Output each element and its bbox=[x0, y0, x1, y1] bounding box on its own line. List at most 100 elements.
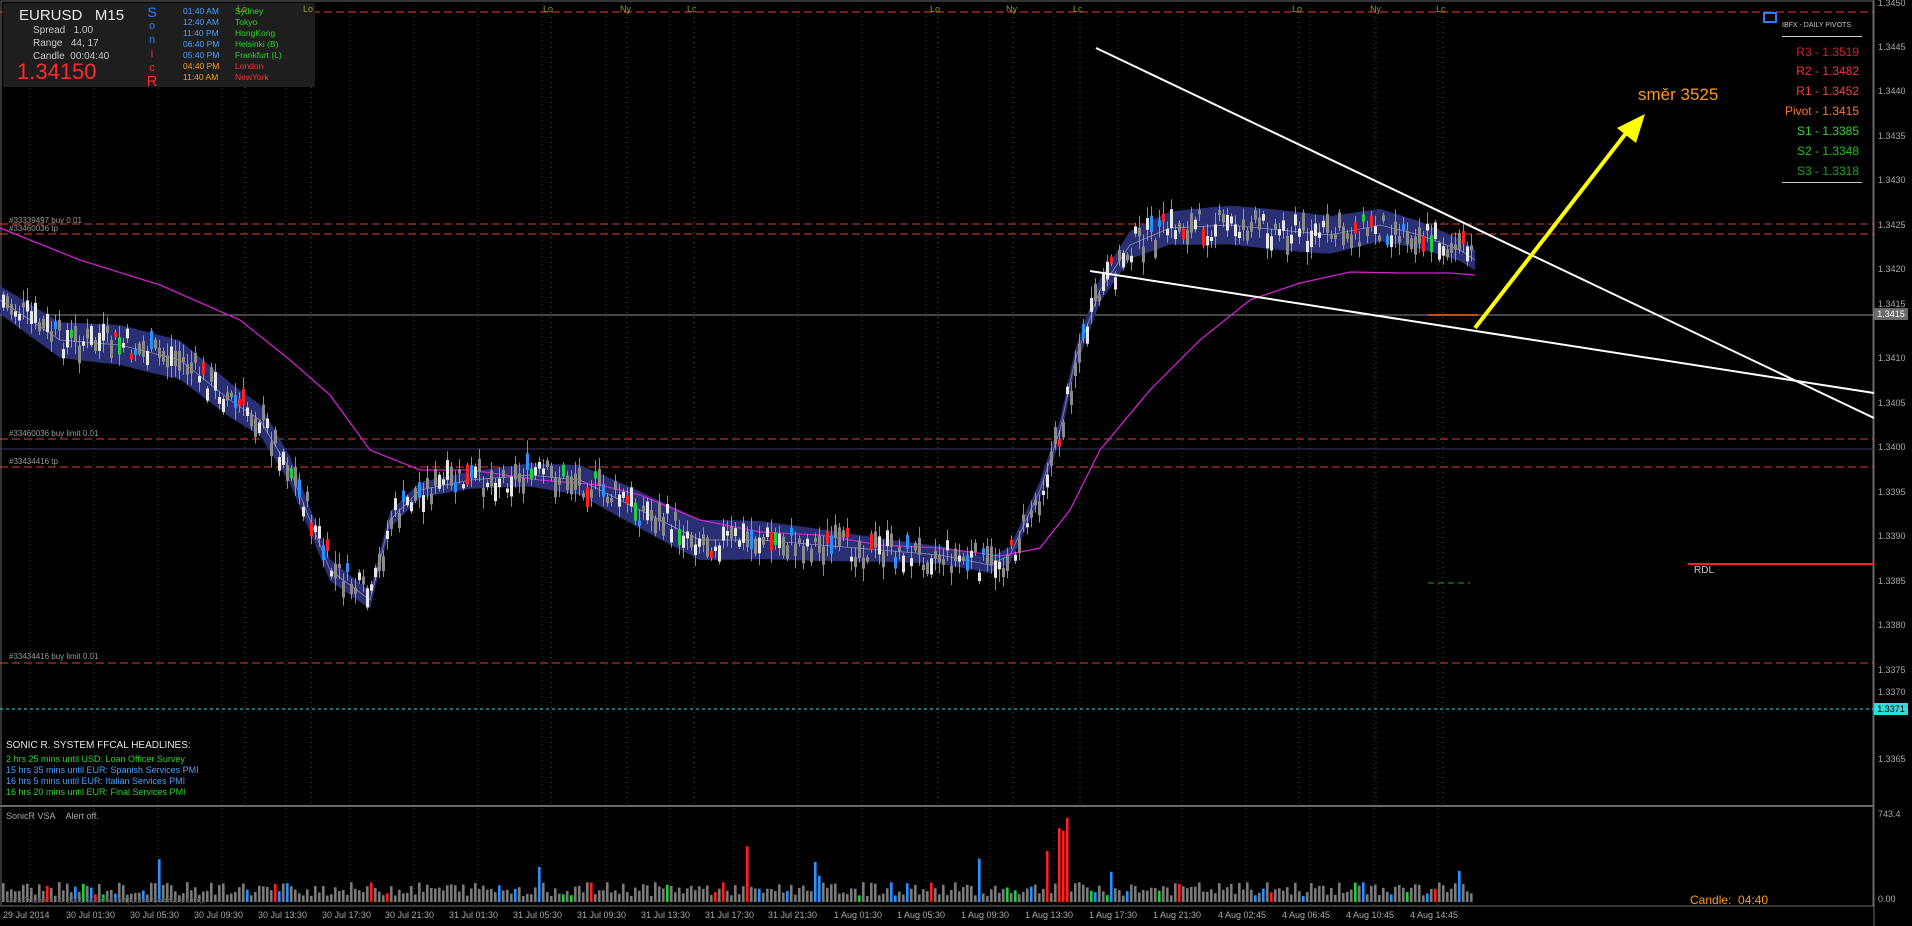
candle-body bbox=[358, 572, 361, 581]
volume-bar bbox=[806, 890, 809, 902]
candle-body bbox=[1422, 236, 1425, 252]
candle-body bbox=[370, 584, 373, 591]
candle-body bbox=[478, 458, 481, 472]
candle-body bbox=[726, 531, 729, 536]
x-axis-label: 31 Jul 13:30 bbox=[641, 910, 691, 920]
volume-bar bbox=[246, 889, 249, 902]
candle-body bbox=[82, 341, 85, 346]
volume-bar bbox=[542, 882, 545, 902]
volume-bar bbox=[1226, 887, 1229, 902]
candle-body bbox=[922, 564, 925, 571]
volume-bar bbox=[866, 895, 869, 902]
order-line-label[interactable]: #33460036 tp bbox=[9, 224, 58, 233]
volume-bar bbox=[958, 891, 961, 902]
candle-body bbox=[606, 496, 609, 504]
volume-bar bbox=[1006, 887, 1009, 902]
candle-body bbox=[1058, 439, 1061, 447]
volume-bar bbox=[602, 890, 605, 902]
candle-body bbox=[190, 362, 193, 374]
candle-body bbox=[170, 346, 173, 366]
candle-body bbox=[1094, 283, 1097, 302]
candle-body bbox=[374, 567, 377, 578]
candle-body bbox=[830, 535, 833, 555]
candle-body bbox=[270, 442, 273, 457]
order-line-label[interactable]: #33434416 buy limit 0.01 bbox=[9, 652, 98, 661]
candle-body bbox=[854, 557, 857, 568]
volume-bar bbox=[714, 892, 717, 902]
volume-bar bbox=[438, 887, 441, 902]
volume-bar bbox=[830, 884, 833, 902]
volume-bar bbox=[742, 886, 745, 902]
candle-body bbox=[90, 325, 93, 346]
volume-bar bbox=[630, 895, 633, 902]
candle-body bbox=[974, 542, 977, 553]
volume-bar bbox=[1206, 891, 1209, 902]
candle-body bbox=[558, 478, 561, 485]
volume-bar bbox=[1326, 894, 1329, 902]
candle-body bbox=[550, 465, 553, 478]
candle-body bbox=[1126, 254, 1129, 261]
candle-body bbox=[450, 466, 453, 486]
candle-body bbox=[910, 558, 913, 567]
candle-body bbox=[1390, 235, 1393, 248]
current-price-label: 1.3415 bbox=[1874, 308, 1908, 320]
volume-bar bbox=[1154, 887, 1157, 902]
volume-bar bbox=[1454, 883, 1457, 902]
volume-bar bbox=[1090, 890, 1093, 902]
volume-bar bbox=[738, 894, 741, 902]
candle-body bbox=[446, 460, 449, 480]
volume-bar bbox=[906, 883, 909, 902]
candle-body bbox=[1174, 230, 1177, 240]
candle-body bbox=[138, 343, 141, 355]
rdl-label[interactable]: RDL bbox=[1694, 565, 1714, 576]
volume-bar bbox=[1386, 891, 1389, 902]
volume-bar bbox=[1214, 893, 1217, 902]
candle-body bbox=[1410, 238, 1413, 249]
volume-bar bbox=[354, 888, 357, 902]
volume-bar bbox=[286, 883, 289, 902]
candle-body bbox=[778, 533, 781, 549]
volume-bar bbox=[662, 888, 665, 902]
candle-body bbox=[654, 518, 657, 534]
x-axis-label: 4 Aug 14:45 bbox=[1410, 910, 1459, 920]
volume-bar bbox=[994, 885, 997, 902]
volume-bar bbox=[450, 884, 453, 902]
volume-bar bbox=[1034, 884, 1037, 902]
order-line-label[interactable]: #33434416 tp bbox=[9, 457, 58, 466]
volume-bar bbox=[370, 882, 373, 902]
candle-body bbox=[1278, 229, 1281, 236]
candle-body bbox=[382, 556, 385, 572]
direction-annotation[interactable]: směr 3525 bbox=[1638, 85, 1718, 105]
copyright: MetaTrader 4, © 2001-2014 MetaQuotes Sof… bbox=[6, 896, 206, 905]
candle-body bbox=[850, 556, 853, 562]
volume-bar bbox=[1302, 896, 1305, 902]
volume-bar bbox=[1050, 893, 1053, 902]
sonic-dragon-band bbox=[0, 205, 1475, 610]
volume-bar bbox=[1330, 887, 1333, 902]
volume-bar bbox=[938, 894, 941, 902]
volume-bar bbox=[754, 888, 757, 902]
candle-body bbox=[226, 392, 229, 401]
volume-bar bbox=[1102, 891, 1105, 902]
volume-bar bbox=[626, 892, 629, 902]
volume-bar bbox=[302, 895, 305, 902]
volume-bar bbox=[1378, 895, 1381, 902]
order-line-label[interactable]: #33460036 buy limit 0.01 bbox=[9, 429, 98, 438]
candle-body bbox=[1342, 226, 1345, 246]
candle-body bbox=[1402, 223, 1405, 231]
candle-body bbox=[458, 469, 461, 474]
candle-body bbox=[302, 506, 305, 517]
candle-body bbox=[906, 535, 909, 549]
candle-body bbox=[578, 467, 581, 486]
volume-bar bbox=[746, 846, 749, 902]
volume-bar bbox=[398, 889, 401, 902]
candle-body bbox=[1302, 212, 1305, 231]
x-axis-label: 30 Jul 01:30 bbox=[66, 910, 116, 920]
volume-bar bbox=[774, 891, 777, 902]
price-chart[interactable] bbox=[0, 0, 1912, 926]
candle-body bbox=[1186, 229, 1189, 245]
volume-bar bbox=[250, 895, 253, 902]
candle-body bbox=[262, 404, 265, 421]
candle-body bbox=[1354, 222, 1357, 234]
volume-bar bbox=[342, 889, 345, 902]
